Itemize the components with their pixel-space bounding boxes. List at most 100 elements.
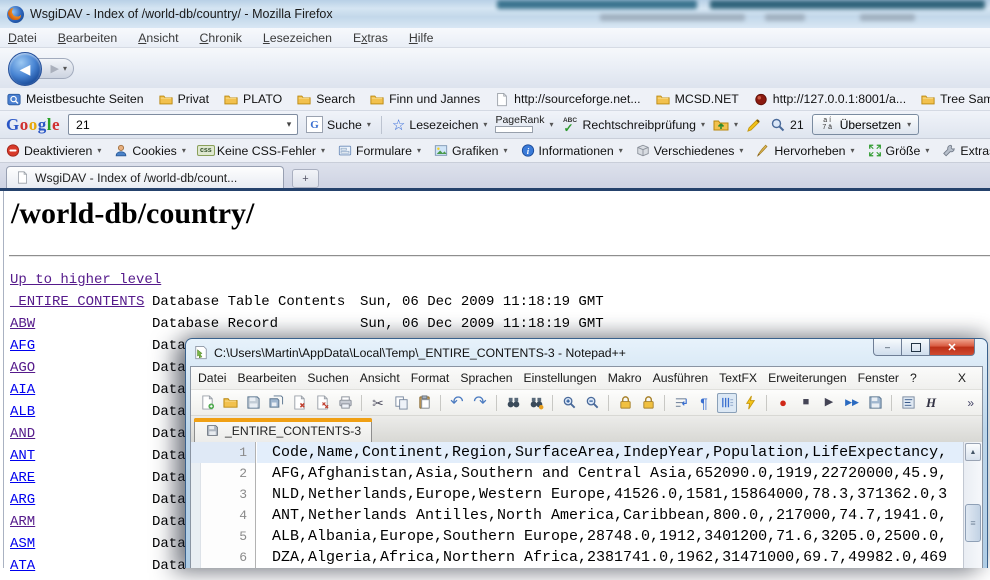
firefox-menu-ansicht[interactable]: Ansicht xyxy=(138,31,178,45)
zoom-out-icon[interactable] xyxy=(582,393,602,413)
npp-menu-item[interactable]: Makro xyxy=(608,371,642,385)
google-search-value[interactable]: 21 xyxy=(69,118,281,132)
devbar-item[interactable]: Hervorheben▾ xyxy=(756,144,854,158)
firefox-menu-hilfe[interactable]: Hilfe xyxy=(409,31,434,45)
entry-link[interactable]: ARG xyxy=(10,492,35,508)
play-macro-icon[interactable]: ▶ xyxy=(819,393,839,413)
pagerank-widget[interactable]: PageRank ▾ xyxy=(495,116,553,133)
scroll-up-arrow-icon[interactable]: ▲ xyxy=(965,443,981,461)
npp-menu-item[interactable]: Format xyxy=(411,371,450,385)
close-all-icon[interactable] xyxy=(312,393,332,413)
npp-menu-item[interactable]: TextFX xyxy=(719,371,757,385)
npp-menu-item[interactable]: ? xyxy=(910,371,917,385)
code-line[interactable]: DZA,Algeria,Africa,Northern Africa,23817… xyxy=(257,547,964,568)
code-line[interactable]: ALB,Albania,Europe,Southern Europe,28748… xyxy=(257,526,964,547)
redo-icon[interactable]: ↷ xyxy=(470,393,490,413)
bookmark-item[interactable]: http://sourceforge.net... xyxy=(495,92,640,106)
html-preview-icon[interactable]: H xyxy=(921,393,941,413)
code-line[interactable]: AFG,Afghanistan,Asia,Southern and Centra… xyxy=(257,463,964,484)
record-macro-icon[interactable]: ● xyxy=(773,393,793,413)
google-suche-button[interactable]: G Suche ▾ xyxy=(306,116,371,133)
uebersetzen-button[interactable]: a í7 ä Übersetzen ▾ xyxy=(812,114,919,135)
indent-guide-icon[interactable] xyxy=(740,393,760,413)
npp-menu-item[interactable]: Fenster xyxy=(858,371,899,385)
history-dropdown-icon[interactable]: ▾ xyxy=(63,64,67,73)
open-file-icon[interactable] xyxy=(220,393,240,413)
autofill-button[interactable]: ▾ xyxy=(713,117,738,133)
show-all-characters-icon[interactable] xyxy=(717,393,737,413)
back-button[interactable]: ◀ xyxy=(8,52,42,86)
npp-menu-item[interactable]: Ansicht xyxy=(360,371,400,385)
devbar-item[interactable]: Formulare▾ xyxy=(338,144,421,158)
word-find-button[interactable]: 21 xyxy=(770,117,804,133)
npp-menu-item[interactable]: Sprachen xyxy=(460,371,512,385)
code-line[interactable]: ANT,Netherlands Antilles,North America,C… xyxy=(257,505,964,526)
stop-macro-icon[interactable]: ■ xyxy=(796,393,816,413)
search-dropdown-icon[interactable]: ▾ xyxy=(281,115,297,134)
entry-link[interactable]: ALB xyxy=(10,404,35,420)
bookmark-item[interactable]: Finn und Jannes xyxy=(370,92,480,106)
editor-text[interactable]: Code,Name,Continent,Region,SurfaceArea,I… xyxy=(257,442,964,568)
new-tab-button[interactable]: + xyxy=(292,169,319,188)
spellcheck-button[interactable]: ABC✓ Rechtschreibprüfung ▾ xyxy=(562,117,706,133)
sync-horizontal-scroll-icon[interactable] xyxy=(638,393,658,413)
bookmark-item[interactable]: Tree Samples xyxy=(921,92,990,106)
zoom-in-icon[interactable] xyxy=(559,393,579,413)
npp-menu-item[interactable]: Bearbeiten xyxy=(237,371,296,385)
google-lesezeichen-button[interactable]: ☆ Lesezeichen ▾ xyxy=(392,116,488,134)
find-icon[interactable] xyxy=(503,393,523,413)
document-close-x[interactable]: X xyxy=(958,371,966,385)
npp-menu-item[interactable]: Suchen xyxy=(307,371,348,385)
firefox-menu-bearbeiten[interactable]: Bearbeiten xyxy=(58,31,117,45)
entry-link[interactable]: _ENTIRE_CONTENTS xyxy=(10,294,144,310)
bookmark-item[interactable]: MCSD.NET xyxy=(656,92,739,106)
npp-menu-item[interactable]: Ausführen xyxy=(653,371,709,385)
entry-link[interactable]: ATA xyxy=(10,558,35,574)
find-replace-icon[interactable] xyxy=(526,393,546,413)
entry-link[interactable]: AND xyxy=(10,426,35,442)
close-button[interactable]: ✕ xyxy=(930,339,975,356)
vertical-scrollbar[interactable]: ▲ ≡ xyxy=(963,442,982,568)
save-icon[interactable] xyxy=(243,393,263,413)
print-icon[interactable] xyxy=(335,393,355,413)
devbar-item[interactable]: Verschiedenes▾ xyxy=(636,144,744,158)
word-wrap-icon[interactable] xyxy=(671,393,691,413)
toolbar-overflow-chevron[interactable]: » xyxy=(967,396,974,410)
bookmark-item[interactable]: Privat xyxy=(159,92,209,106)
copy-icon[interactable] xyxy=(391,393,411,413)
devbar-item[interactable]: Grafiken▾ xyxy=(434,144,508,158)
devbar-item[interactable]: Cookies▾ xyxy=(114,144,185,158)
devbar-item[interactable]: Extras▾ xyxy=(942,144,990,158)
entry-link[interactable]: ARM xyxy=(10,514,35,530)
up-to-higher-level-link[interactable]: Up to higher level xyxy=(10,272,161,288)
google-search-box[interactable]: 21 ▾ xyxy=(68,114,298,135)
entry-link[interactable]: ARE xyxy=(10,470,35,486)
code-line[interactable]: Code,Name,Continent,Region,SurfaceArea,I… xyxy=(257,442,964,463)
npp-menu-item[interactable]: Einstellungen xyxy=(524,371,597,385)
paste-icon[interactable] xyxy=(414,393,434,413)
document-tab[interactable]: _ENTIRE_CONTENTS-3 xyxy=(194,418,372,442)
bookmark-item[interactable]: http://127.0.0.1:8001/a... xyxy=(754,92,906,106)
firefox-menu-lesezeichen[interactable]: Lesezeichen xyxy=(263,31,332,45)
firefox-menu-chronik[interactable]: Chronik xyxy=(200,31,242,45)
function-list-icon[interactable] xyxy=(898,393,918,413)
maximize-button[interactable] xyxy=(902,339,930,356)
save-macro-icon[interactable] xyxy=(865,393,885,413)
tab-wsgidav[interactable]: WsgiDAV - Index of /world-db/count... xyxy=(6,166,284,188)
entry-link[interactable]: AGO xyxy=(10,360,35,376)
devbar-item[interactable]: cssKeine CSS-Fehler▾ xyxy=(199,144,325,158)
cut-icon[interactable]: ✂ xyxy=(368,393,388,413)
firefox-menu-datei[interactable]: Datei xyxy=(8,31,37,45)
bookmark-item[interactable]: PLATO xyxy=(224,92,282,106)
entry-link[interactable]: ASM xyxy=(10,536,35,552)
code-line[interactable]: NLD,Netherlands,Europe,Western Europe,41… xyxy=(257,484,964,505)
editor-area[interactable]: 123456 Code,Name,Continent,Region,Surfac… xyxy=(191,442,982,568)
show-paragraph-icon[interactable]: ¶ xyxy=(694,393,714,413)
entry-link[interactable]: ANT xyxy=(10,448,35,464)
firefox-menu-extras[interactable]: Extras xyxy=(353,31,388,45)
entry-link[interactable]: ABW xyxy=(10,316,35,332)
bookmark-item[interactable]: Search xyxy=(297,92,355,106)
devbar-item[interactable]: Deaktivieren▾ xyxy=(6,144,101,158)
new-file-icon[interactable] xyxy=(197,393,217,413)
undo-icon[interactable]: ↶ xyxy=(447,393,467,413)
